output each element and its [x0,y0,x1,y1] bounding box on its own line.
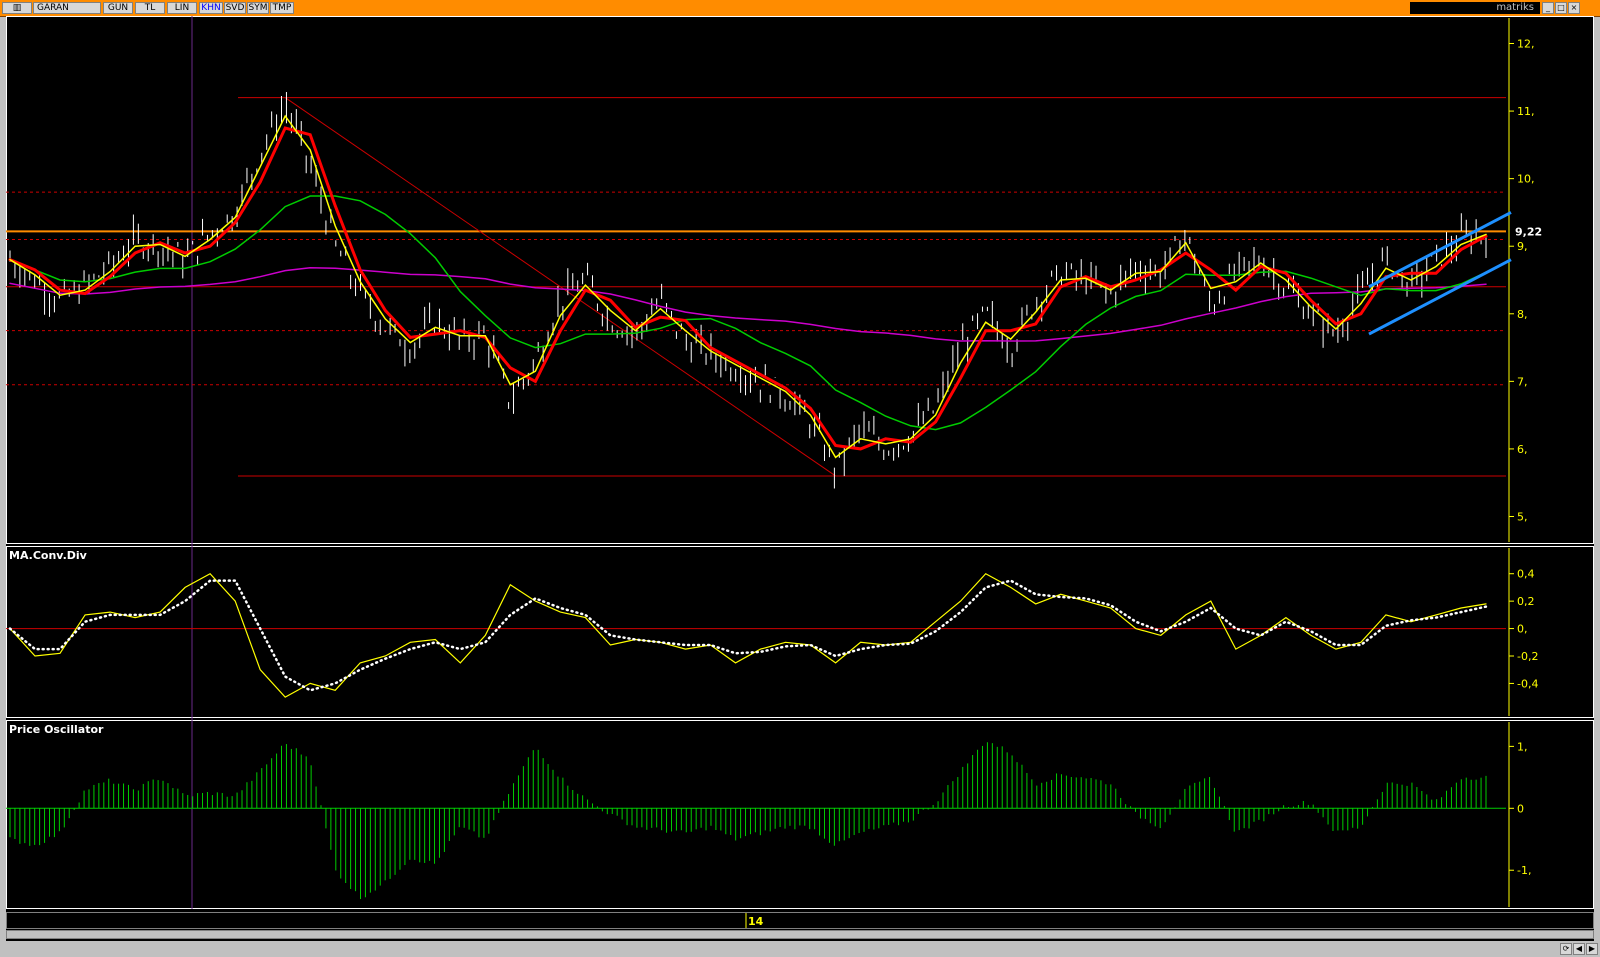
y-tick-label: 8, [1517,308,1528,321]
ma-slow-line [8,126,1488,451]
x-axis-strip [6,912,1594,929]
ma-long-line [9,266,1487,342]
y-tick-label: 9, [1517,240,1528,253]
bottom-bar: ⟳ ◀ ▶ [0,941,1600,957]
macd-line [9,572,1487,698]
sym-button[interactable]: SYM [247,2,269,14]
y-tick-label: 11, [1517,105,1535,118]
y-tick-label: 7, [1517,375,1528,388]
chart-frame: 12, 11, 10, 9, 8, 7, 6, 5, 9,22 0,4 0,2 0, -0,2 -0,4 M… [6,16,1594,953]
scroll-left-icon[interactable]: ◀ [1573,943,1585,955]
x-tick-label: 14 [748,915,764,928]
minimize-icon[interactable]: _ [1542,2,1554,14]
y-tick-label: -0,2 [1517,650,1538,663]
y-tick-label: 0,4 [1517,568,1535,581]
close-icon[interactable]: × [1568,2,1580,14]
maximize-icon[interactable]: □ [1555,2,1567,14]
symbol-field[interactable]: GARAN [33,2,101,14]
oscillator-title: Price Oscillator [9,723,104,736]
scrollbar [6,930,1594,939]
svd-button[interactable]: SVD [224,2,246,14]
y-tick-label: 0, [1517,623,1528,636]
y-tick-label: -0,4 [1517,677,1538,690]
scroll-right-icon[interactable]: ▶ [1586,943,1598,955]
y-tick-label: 5, [1517,510,1528,523]
y-tick-label: 1, [1517,740,1528,753]
last-value-label: 9,22 [1515,225,1542,238]
toolbar: ▥ GARAN GUN TL LIN KHN SVD SYM TMP matri… [0,0,1600,17]
y-tick-label: 10, [1517,173,1535,186]
refresh-icon[interactable]: ⟳ [1560,943,1572,955]
y-tick-label: 6, [1517,443,1528,456]
currency-button[interactable]: TL [135,2,165,14]
y-tick-label: 0 [1517,802,1524,815]
panel-border [6,546,1594,718]
khn-button[interactable]: KHN [199,2,223,14]
period-button[interactable]: GUN [103,2,133,14]
channel-upper-line [1368,211,1512,289]
scale-button[interactable]: LIN [167,2,197,14]
macd-title: MA.Conv.Div [9,549,88,562]
y-tick-label: -1, [1517,864,1531,877]
brand-label: matriks [1410,2,1540,14]
chart-type-icon[interactable]: ▥ [2,2,32,14]
y-tick-label: 0,2 [1517,595,1535,608]
y-tick-label: 12, [1517,38,1535,51]
tmp-button[interactable]: TMP [270,2,294,14]
chart-svg[interactable]: 12, 11, 10, 9, 8, 7, 6, 5, 9,22 0,4 0,2 0, -0,2 -0,4 M… [6,16,1594,953]
